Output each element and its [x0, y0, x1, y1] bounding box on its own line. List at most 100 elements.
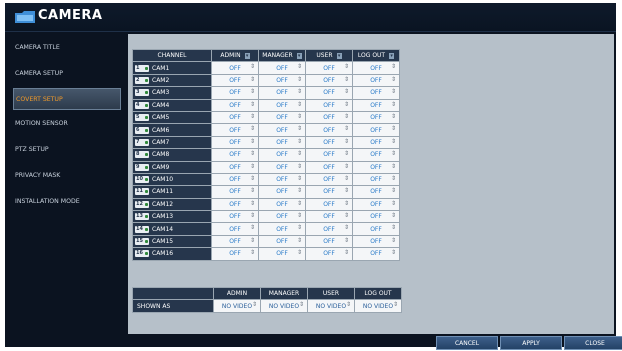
spinner-arrows-icon[interactable]: ⇕ [297, 175, 302, 182]
covert-logout-select[interactable]: OFF ⇕ [352, 98, 400, 112]
spinner-arrows-icon[interactable]: ⇕ [344, 212, 349, 219]
spinner-arrows-icon[interactable]: ⇕ [393, 301, 398, 308]
spinner-arrows-icon[interactable]: ⇕ [297, 187, 302, 194]
sidebar-item-installation-mode[interactable]: INSTALLATION MODE [15, 191, 122, 213]
covert-logout-select[interactable]: OFF ⇕ [352, 73, 400, 88]
apply-button[interactable]: APPLY [500, 336, 562, 350]
spinner-arrows-icon[interactable]: ⇕ [297, 249, 302, 256]
covert-manager-select[interactable]: OFF ⇕ [258, 86, 306, 100]
covert-admin-select[interactable]: OFF ⇕ [211, 148, 259, 162]
covert-admin-select[interactable]: OFF ⇕ [211, 123, 259, 137]
spinner-arrows-icon[interactable]: ⇕ [344, 187, 349, 194]
spinner-arrows-icon[interactable]: ⇕ [344, 88, 349, 95]
spinner-arrows-icon[interactable]: ⇕ [391, 76, 396, 83]
covert-manager-select[interactable]: OFF ⇕ [258, 123, 306, 137]
spinner-arrows-icon[interactable]: ⇕ [391, 237, 396, 244]
covert-logout-select[interactable]: OFF ⇕ [352, 247, 400, 261]
dropdown-arrow-icon[interactable]: ▾ [244, 52, 250, 59]
covert-user-select[interactable]: OFF ⇕ [305, 135, 353, 150]
covert-logout-select[interactable]: OFF ⇕ [352, 110, 400, 125]
covert-manager-select[interactable]: OFF ⇕ [258, 210, 306, 224]
covert-admin-select[interactable]: OFF ⇕ [211, 98, 259, 112]
spinner-arrows-icon[interactable]: ⇕ [250, 175, 255, 182]
covert-user-select[interactable]: OFF ⇕ [305, 185, 353, 199]
spinner-arrows-icon[interactable]: ⇕ [344, 138, 349, 145]
spinner-arrows-icon[interactable]: ⇕ [391, 224, 396, 231]
spinner-arrows-icon[interactable]: ⇕ [297, 163, 302, 170]
covert-admin-select[interactable]: OFF ⇕ [211, 86, 259, 100]
covert-logout-select[interactable]: OFF ⇕ [352, 61, 400, 75]
spinner-arrows-icon[interactable]: ⇕ [344, 237, 349, 244]
spinner-arrows-icon[interactable]: ⇕ [344, 113, 349, 120]
spinner-arrows-icon[interactable]: ⇕ [391, 125, 396, 132]
spinner-arrows-icon[interactable]: ⇕ [391, 163, 396, 170]
spinner-arrows-icon[interactable]: ⇕ [344, 224, 349, 231]
spinner-arrows-icon[interactable]: ⇕ [252, 301, 257, 308]
spinner-arrows-icon[interactable]: ⇕ [297, 125, 302, 132]
covert-admin-select[interactable]: OFF ⇕ [211, 160, 259, 174]
covert-admin-select[interactable]: OFF ⇕ [211, 61, 259, 75]
covert-admin-select[interactable]: OFF ⇕ [211, 110, 259, 125]
dropdown-arrow-icon[interactable]: ▾ [336, 52, 342, 59]
sidebar-item-motion-sensor[interactable]: MOTION SENSOR [15, 113, 122, 135]
covert-user-select[interactable]: OFF ⇕ [305, 172, 353, 187]
dropdown-arrow-icon[interactable]: ▾ [296, 52, 302, 59]
spinner-arrows-icon[interactable]: ⇕ [346, 301, 351, 308]
spinner-arrows-icon[interactable]: ⇕ [344, 76, 349, 83]
spinner-arrows-icon[interactable]: ⇕ [297, 212, 302, 219]
covert-logout-select[interactable]: OFF ⇕ [352, 135, 400, 150]
spinner-arrows-icon[interactable]: ⇕ [391, 200, 396, 207]
covert-manager-select[interactable]: OFF ⇕ [258, 172, 306, 187]
column-header-logout[interactable]: LOG OUT ▾ [352, 48, 400, 63]
spinner-arrows-icon[interactable]: ⇕ [250, 163, 255, 170]
covert-manager-select[interactable]: OFF ⇕ [258, 185, 306, 199]
covert-manager-select[interactable]: OFF ⇕ [258, 160, 306, 174]
spinner-arrows-icon[interactable]: ⇕ [250, 187, 255, 194]
spinner-arrows-icon[interactable]: ⇕ [391, 138, 396, 145]
shown-as-admin-select[interactable]: NO VIDEO ⇕ [213, 299, 261, 313]
covert-manager-select[interactable]: OFF ⇕ [258, 222, 306, 236]
covert-user-select[interactable]: OFF ⇕ [305, 247, 353, 261]
covert-logout-select[interactable]: OFF ⇕ [352, 222, 400, 236]
spinner-arrows-icon[interactable]: ⇕ [391, 249, 396, 256]
covert-admin-select[interactable]: OFF ⇕ [211, 172, 259, 187]
covert-manager-select[interactable]: OFF ⇕ [258, 247, 306, 261]
spinner-arrows-icon[interactable]: ⇕ [391, 113, 396, 120]
covert-manager-select[interactable]: OFF ⇕ [258, 148, 306, 162]
covert-user-select[interactable]: OFF ⇕ [305, 110, 353, 125]
spinner-arrows-icon[interactable]: ⇕ [344, 150, 349, 157]
spinner-arrows-icon[interactable]: ⇕ [297, 113, 302, 120]
covert-user-select[interactable]: OFF ⇕ [305, 222, 353, 236]
covert-user-select[interactable]: OFF ⇕ [305, 197, 353, 212]
sidebar-item-covert-setup[interactable]: COVERT SETUP [13, 88, 121, 110]
cancel-button[interactable]: CANCEL [436, 336, 498, 350]
shown-as-manager-select[interactable]: NO VIDEO ⇕ [260, 299, 308, 313]
spinner-arrows-icon[interactable]: ⇕ [250, 150, 255, 157]
covert-user-select[interactable]: OFF ⇕ [305, 123, 353, 137]
spinner-arrows-icon[interactable]: ⇕ [344, 63, 349, 70]
covert-logout-select[interactable]: OFF ⇕ [352, 197, 400, 212]
spinner-arrows-icon[interactable]: ⇕ [250, 138, 255, 145]
dropdown-arrow-icon[interactable]: ▾ [389, 52, 395, 59]
spinner-arrows-icon[interactable]: ⇕ [391, 88, 396, 95]
spinner-arrows-icon[interactable]: ⇕ [297, 101, 302, 108]
covert-admin-select[interactable]: OFF ⇕ [211, 247, 259, 261]
spinner-arrows-icon[interactable]: ⇕ [297, 224, 302, 231]
covert-user-select[interactable]: OFF ⇕ [305, 86, 353, 100]
spinner-arrows-icon[interactable]: ⇕ [344, 163, 349, 170]
covert-admin-select[interactable]: OFF ⇕ [211, 222, 259, 236]
spinner-arrows-icon[interactable]: ⇕ [344, 175, 349, 182]
covert-admin-select[interactable]: OFF ⇕ [211, 210, 259, 224]
covert-admin-select[interactable]: OFF ⇕ [211, 135, 259, 150]
covert-admin-select[interactable]: OFF ⇕ [211, 185, 259, 199]
covert-manager-select[interactable]: OFF ⇕ [258, 61, 306, 75]
spinner-arrows-icon[interactable]: ⇕ [299, 301, 304, 308]
covert-user-select[interactable]: OFF ⇕ [305, 98, 353, 112]
covert-user-select[interactable]: OFF ⇕ [305, 234, 353, 249]
spinner-arrows-icon[interactable]: ⇕ [250, 200, 255, 207]
spinner-arrows-icon[interactable]: ⇕ [250, 76, 255, 83]
spinner-arrows-icon[interactable]: ⇕ [297, 88, 302, 95]
spinner-arrows-icon[interactable]: ⇕ [250, 224, 255, 231]
spinner-arrows-icon[interactable]: ⇕ [250, 88, 255, 95]
covert-logout-select[interactable]: OFF ⇕ [352, 160, 400, 174]
